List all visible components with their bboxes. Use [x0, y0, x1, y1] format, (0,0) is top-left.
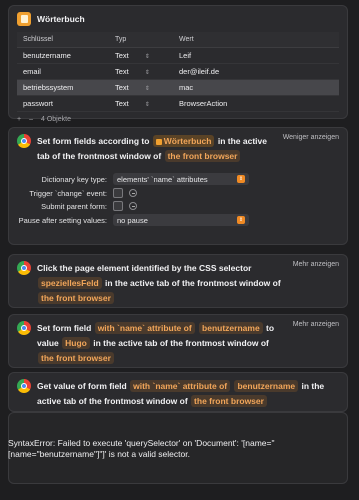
chevron-updown-icon[interactable]: ⇕: [145, 54, 150, 60]
action-options: Dictionary key type: elements' `name` at…: [9, 164, 347, 226]
action-text: tab of the frontmost window of: [63, 396, 188, 406]
browser-token[interactable]: the front browser: [191, 395, 267, 407]
browser-token[interactable]: the front browser: [38, 352, 114, 364]
row-type-cell[interactable]: Text ⇕: [109, 79, 173, 96]
chevron-updown-icon: ⇕: [237, 175, 245, 183]
attribute-token[interactable]: with `name` attribute of: [94, 322, 195, 334]
action-text: in the active tab of the frontmost windo…: [93, 338, 269, 348]
row-type: Text: [115, 51, 129, 60]
key-type-value: elements' `name` attributes: [117, 174, 208, 184]
chevron-updown-icon: ⇕: [237, 216, 245, 224]
row-key[interactable]: betriebssystem: [17, 79, 109, 96]
dictionary-footer: + – 4 Objekte: [9, 112, 347, 127]
variable-token[interactable]: Wörterbuch: [152, 135, 215, 147]
attribute-token[interactable]: with `name` attribute of: [130, 380, 231, 392]
table-row[interactable]: passwort Text ⇕ BrowserAction: [17, 95, 339, 112]
browser-token[interactable]: the front browser: [38, 292, 114, 304]
row-type-cell[interactable]: Text ⇕: [109, 63, 173, 80]
get-form-field-action: Get value of form field with `name` attr…: [8, 372, 348, 412]
row-value[interactable]: der@ileif.de: [173, 63, 339, 80]
click-element-action: Click the page element identified by the…: [8, 254, 348, 308]
set-form-field-action: Set form field with `name` attribute of …: [8, 314, 348, 368]
remove-row-button[interactable]: –: [29, 116, 33, 123]
error-message: SyntaxError: Failed to execute 'querySel…: [8, 438, 275, 459]
chrome-icon: [17, 321, 31, 335]
key-type-label: Dictionary key type:: [41, 174, 107, 184]
row-key[interactable]: passwort: [17, 95, 109, 112]
dictionary-card: Wörterbuch Schlüssel Typ Wert benutzerna…: [8, 5, 348, 123]
row-value[interactable]: Leif: [173, 47, 339, 64]
action-description: Set form fields according to Wörterbuch …: [37, 134, 277, 164]
show-less-button[interactable]: Weniger anzeigen: [283, 134, 339, 164]
row-value[interactable]: mac: [173, 79, 339, 96]
key-type-row: Dictionary key type: elements' `name` at…: [17, 173, 339, 185]
column-header-key[interactable]: Schlüssel: [17, 32, 109, 48]
action-text: in the active tab of the frontmost windo…: [105, 278, 281, 288]
add-row-button[interactable]: +: [17, 116, 21, 123]
chrome-icon: [17, 379, 31, 393]
trigger-label: Trigger `change` event:: [29, 188, 107, 198]
chevron-updown-icon[interactable]: ⇕: [145, 86, 150, 92]
browser-token[interactable]: the front browser: [164, 150, 241, 162]
chrome-icon: [17, 134, 31, 148]
dictionary-table-wrap: Schlüssel Typ Wert benutzername Text ⇕ L…: [17, 32, 339, 112]
column-header-type[interactable]: Typ: [109, 32, 173, 48]
row-type: Text: [115, 83, 129, 92]
row-value[interactable]: BrowserAction: [173, 95, 339, 112]
row-key[interactable]: benutzername: [17, 47, 109, 64]
action-text: Set form field: [37, 323, 92, 333]
chevron-updown-icon[interactable]: ⇕: [145, 70, 150, 76]
dictionary-header: Wörterbuch: [9, 6, 347, 32]
row-type: Text: [115, 67, 129, 76]
pause-select[interactable]: no pause ⇕: [113, 214, 249, 226]
dictionary-title: Wörterbuch: [37, 14, 85, 24]
table-row[interactable]: betriebssystem Text ⇕ mac: [17, 79, 339, 96]
dictionary-mini-icon: [155, 139, 162, 145]
action-description: Click the page element identified by the…: [37, 261, 287, 306]
dictionary-icon: [17, 12, 31, 26]
action-description: Get value of form field with `name` attr…: [37, 379, 339, 409]
action-text: Click the page element identified by the…: [37, 263, 252, 273]
action-text: of the frontmost window of: [52, 151, 162, 161]
table-row[interactable]: benutzername Text ⇕ Leif: [17, 47, 339, 64]
submit-row: Submit parent form:: [17, 201, 339, 211]
set-form-fields-action: Set form fields according to Wörterbuch …: [8, 127, 348, 245]
pause-label: Pause after setting values:: [18, 215, 107, 225]
pause-row: Pause after setting values: no pause ⇕: [17, 214, 339, 226]
selector-token[interactable]: speziellesFeld: [38, 277, 102, 289]
trigger-checkbox[interactable]: [113, 188, 123, 198]
pause-value: no pause: [117, 215, 148, 225]
row-type-cell[interactable]: Text ⇕: [109, 47, 173, 64]
submit-label: Submit parent form:: [41, 201, 107, 211]
minus-circle-icon[interactable]: [129, 189, 137, 197]
row-type-cell[interactable]: Text ⇕: [109, 95, 173, 112]
action-text: Set form fields according to: [37, 136, 150, 146]
row-type: Text: [115, 99, 129, 108]
show-more-button[interactable]: Mehr anzeigen: [293, 261, 339, 306]
action-description: Set form field with `name` attribute of …: [37, 321, 287, 366]
value-token[interactable]: Hugo: [62, 337, 90, 349]
table-row[interactable]: email Text ⇕ der@ileif.de: [17, 63, 339, 80]
submit-checkbox[interactable]: [113, 201, 123, 211]
show-more-button[interactable]: Mehr anzeigen: [293, 321, 339, 366]
trigger-row: Trigger `change` event:: [17, 188, 339, 198]
field-name-token[interactable]: benutzername: [199, 322, 263, 334]
row-key[interactable]: email: [17, 63, 109, 80]
chrome-icon: [17, 261, 31, 275]
chevron-updown-icon[interactable]: ⇕: [145, 102, 150, 108]
dictionary-table: Schlüssel Typ Wert benutzername Text ⇕ L…: [17, 32, 339, 112]
variable-name: Wörterbuch: [163, 136, 212, 146]
field-name-token[interactable]: benutzername: [234, 380, 299, 392]
key-type-select[interactable]: elements' `name` attributes ⇕: [113, 173, 249, 185]
minus-circle-icon[interactable]: [129, 202, 137, 210]
column-header-value[interactable]: Wert: [173, 32, 339, 48]
object-count: 4 Objekte: [41, 116, 71, 123]
action-text: Get value of form field: [37, 381, 127, 391]
